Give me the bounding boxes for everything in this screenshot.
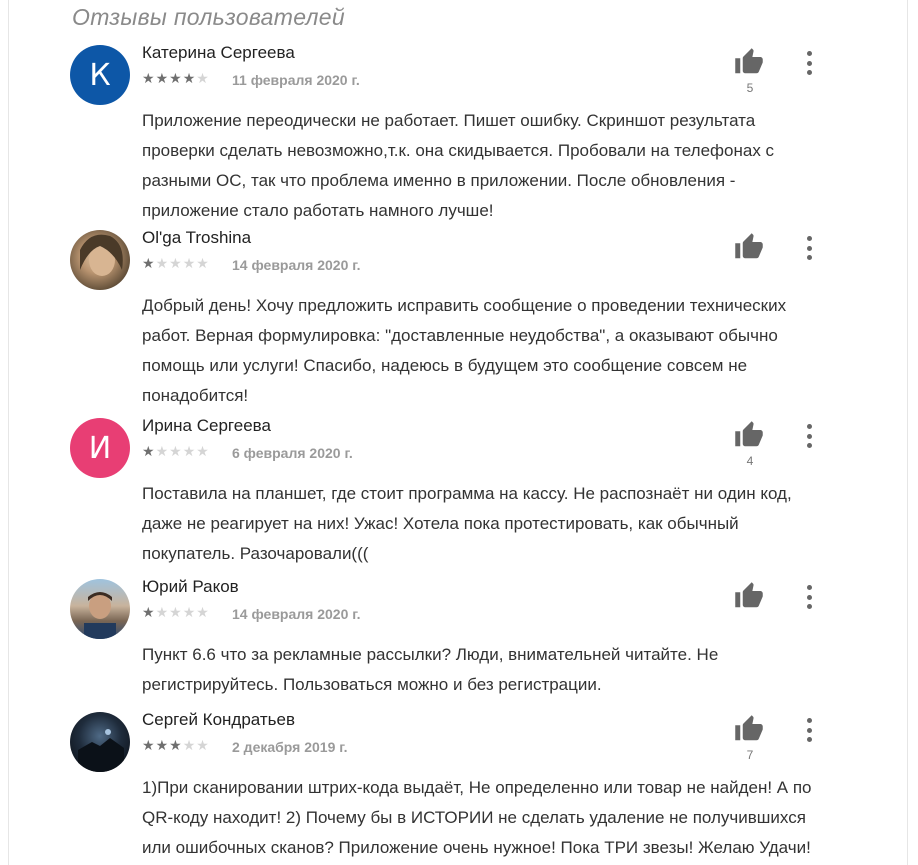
review-author: Юрий Раков — [142, 577, 239, 596]
star-rating: ★★★★★ — [142, 444, 210, 460]
star-filled-icon: ★ — [142, 71, 156, 87]
star-rating: ★★★★★ — [142, 256, 210, 272]
review-text: 1)При сканировании штрих-кода выдаёт, Не… — [142, 778, 812, 857]
star-filled-icon: ★ — [142, 256, 156, 272]
star-rating: ★★★★★ — [142, 605, 210, 621]
review-author: Катерина Сергеева — [142, 43, 295, 62]
star-empty-icon: ★ — [182, 256, 197, 272]
review-date: 14 февраля 2020 г. — [232, 606, 361, 622]
star-filled-icon: ★ — [142, 444, 156, 460]
star-filled-icon: ★ — [142, 605, 156, 621]
avatar: К — [70, 45, 130, 105]
star-rating: ★★★★★ — [142, 738, 210, 754]
star-empty-icon: ★ — [155, 444, 170, 460]
review-author: Сергей Кондратьев — [142, 710, 296, 729]
star-filled-icon: ★ — [182, 71, 197, 87]
thumbs-up-icon[interactable] — [734, 420, 764, 450]
review-text: Добрый день! Хочу предложить исправить с… — [142, 296, 787, 405]
star-empty-icon: ★ — [155, 256, 170, 272]
profile-photo-icon — [80, 234, 123, 276]
star-filled-icon: ★ — [155, 738, 170, 754]
avatar — [70, 712, 130, 772]
star-filled-icon: ★ — [169, 738, 183, 754]
thumbs-up-icon[interactable] — [734, 232, 764, 262]
star-empty-icon: ★ — [196, 738, 210, 754]
more-options-icon[interactable] — [800, 51, 818, 75]
thumbs-up-icon[interactable] — [734, 581, 764, 611]
like-count: 4 — [746, 454, 754, 468]
star-empty-icon: ★ — [155, 605, 170, 621]
star-empty-icon: ★ — [196, 605, 210, 621]
star-empty-icon: ★ — [196, 256, 210, 272]
star-empty-icon: ★ — [169, 256, 183, 272]
review-author: Ирина Сергеева — [142, 416, 271, 435]
like-count: 5 — [746, 81, 754, 95]
star-empty-icon: ★ — [182, 444, 197, 460]
star-empty-icon: ★ — [196, 444, 210, 460]
more-options-icon[interactable] — [800, 236, 818, 260]
star-empty-icon: ★ — [169, 605, 183, 621]
star-rating: ★★★★★ — [142, 71, 210, 87]
review-text: Поставила на планшет, где стоит программ… — [142, 484, 792, 563]
review-date: 6 февраля 2020 г. — [232, 445, 353, 461]
star-filled-icon: ★ — [155, 71, 170, 87]
more-options-icon[interactable] — [800, 424, 818, 448]
like-count: 7 — [746, 748, 754, 762]
thumbs-up-icon[interactable] — [734, 47, 764, 77]
profile-photo-icon — [78, 729, 124, 772]
profile-photo-icon — [84, 592, 116, 639]
avatar: И — [70, 418, 130, 478]
star-empty-icon: ★ — [169, 444, 183, 460]
review-date: 11 февраля 2020 г. — [232, 72, 360, 88]
review-text: Приложение переодически не работает. Пиш… — [142, 111, 775, 220]
more-options-icon[interactable] — [800, 718, 818, 742]
review-text: Пункт 6.6 что за рекламные рассылки? Люд… — [142, 645, 719, 694]
star-empty-icon: ★ — [182, 605, 197, 621]
avatar — [70, 230, 130, 290]
review-date: 2 декабря 2019 г. — [232, 739, 348, 755]
avatar — [70, 579, 130, 639]
star-filled-icon: ★ — [142, 738, 156, 754]
star-empty-icon: ★ — [196, 71, 210, 87]
review-author: Ol'ga Troshina — [142, 228, 252, 247]
star-filled-icon: ★ — [169, 71, 183, 87]
review-date: 14 февраля 2020 г. — [232, 257, 361, 273]
section-title: Отзывы пользователей — [72, 4, 345, 30]
star-empty-icon: ★ — [182, 738, 197, 754]
thumbs-up-icon[interactable] — [734, 714, 764, 744]
more-options-icon[interactable] — [800, 585, 818, 609]
